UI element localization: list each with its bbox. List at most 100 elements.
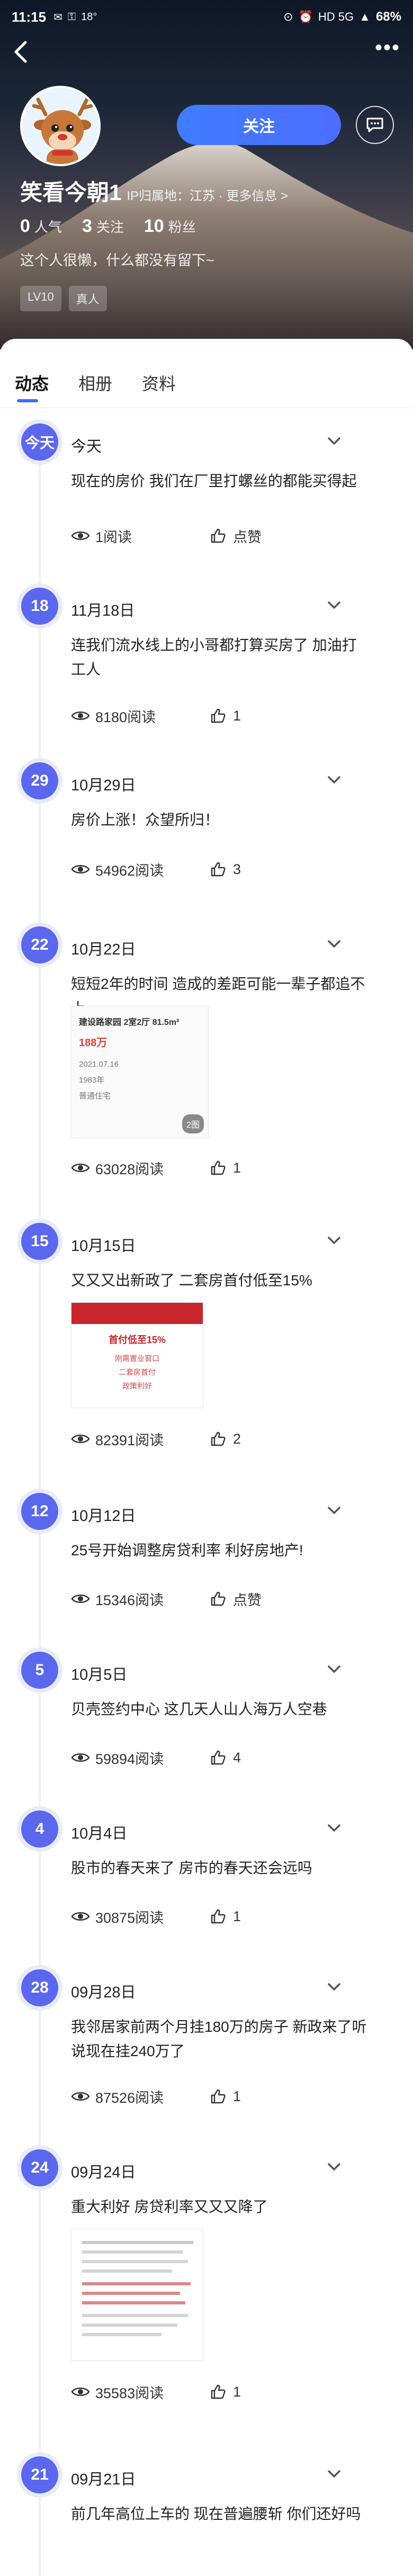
view-count: 82391阅读: [71, 1429, 210, 1449]
like-button[interactable]: 点赞: [210, 526, 262, 546]
post-date: 11月18日: [71, 602, 135, 619]
eye-icon: [71, 1435, 90, 1443]
tab-profile-info[interactable]: 资料: [142, 371, 176, 402]
like-button[interactable]: 1: [210, 1908, 241, 1925]
stat-label: 粉丝: [168, 219, 196, 235]
like-button[interactable]: 4: [210, 1749, 241, 1766]
chevron-down-icon[interactable]: [325, 433, 343, 449]
stat-value: 3: [82, 216, 92, 236]
like-button[interactable]: 1: [210, 707, 241, 724]
chevron-down-icon[interactable]: [325, 1979, 343, 1995]
stat-value: 0: [20, 216, 30, 236]
chevron-down-icon[interactable]: [325, 772, 343, 788]
date-badge: 18: [21, 588, 58, 625]
chevron-down-icon[interactable]: [325, 1502, 343, 1518]
thumbs-up-icon: [211, 2384, 226, 2399]
follow-button[interactable]: 关注: [177, 105, 341, 145]
post-date: 09月28日: [71, 1984, 136, 2001]
post-text[interactable]: 连我们流水线上的小哥都打算买房了 加油打工人: [71, 633, 367, 682]
post-date: 10月29日: [71, 777, 136, 794]
thumbs-up-icon: [211, 1909, 226, 1924]
view-count-text: 63028阅读: [95, 1161, 164, 1177]
date-badge: 24: [21, 2149, 58, 2186]
post-image-document[interactable]: [71, 2229, 203, 2361]
stat-following[interactable]: 3 关注: [82, 216, 124, 237]
date-badge: 28: [21, 1969, 58, 2006]
like-button[interactable]: 点赞: [210, 1589, 262, 1609]
policy-banner: [71, 1303, 203, 1324]
post-stats: 8180阅读 1: [71, 704, 367, 727]
link-icon: ⊙: [283, 10, 293, 23]
thumbs-up-icon: [211, 1591, 226, 1606]
view-count-text: 15346阅读: [95, 1592, 164, 1608]
post-text[interactable]: 前几年高位上车的 现在普遍腰斩 你们还好吗: [71, 2502, 367, 2526]
post-text[interactable]: 房价上涨！众望所归！: [71, 808, 367, 832]
chevron-down-icon[interactable]: [325, 1820, 343, 1836]
ip-location-link[interactable]: IP归属地：江苏 · 更多信息 >: [127, 185, 288, 204]
post-stats: 35583阅读 1: [71, 2380, 367, 2403]
like-count: 点赞: [233, 1592, 262, 1608]
chevron-down-icon[interactable]: [325, 2159, 343, 2175]
thumbs-up-icon: [211, 862, 226, 877]
thumbs-up-icon: [211, 1750, 226, 1765]
post-text[interactable]: 25号开始调整房贷利率 利好房地产!: [71, 1538, 367, 1563]
listing-row: 2021.07.16: [79, 1060, 119, 1069]
listing-row: 1983年: [79, 1076, 105, 1085]
more-options-icon[interactable]: •••: [372, 37, 403, 58]
profile-stats: 0 人气 3 关注 10 粉丝: [20, 216, 196, 237]
stat-followers[interactable]: 10 粉丝: [144, 216, 196, 237]
like-button[interactable]: 2: [210, 1430, 241, 1447]
view-count: 87526阅读: [71, 2086, 210, 2107]
chevron-down-icon[interactable]: [325, 597, 343, 613]
post-date: 10月4日: [71, 1825, 128, 1842]
date-badge: 今天: [21, 424, 58, 461]
back-arrow-icon[interactable]: [10, 38, 33, 66]
tab-bar: 动态 相册 资料: [15, 371, 176, 402]
image-count-badge: 2图: [182, 1114, 204, 1133]
chevron-down-icon[interactable]: [325, 936, 343, 952]
policy-headline: 首付低至15%: [108, 1335, 166, 1345]
like-button[interactable]: 1: [210, 1159, 241, 1176]
like-button[interactable]: 1: [210, 2383, 241, 2400]
like-count: 3: [233, 861, 241, 877]
listing-row: 普通住宅: [79, 1092, 111, 1101]
post-image-listing[interactable]: 建设路家园 2室2厅 81.5m² 188万 2021.07.16 1983年 …: [71, 1006, 209, 1138]
status-weather: 18°: [81, 11, 97, 23]
post-stats: 63028阅读 1: [71, 1156, 367, 1179]
post-text[interactable]: 股市的春天来了 房市的春天还会远吗: [71, 1856, 367, 1880]
profile-tags: LV10 真人: [20, 286, 107, 311]
battery-level: 68%: [375, 10, 401, 24]
chevron-down-icon[interactable]: [325, 2466, 343, 2482]
date-badge: 29: [21, 762, 58, 799]
like-count: 1: [233, 1159, 241, 1176]
status-time: 11:15: [12, 8, 47, 25]
notification-icon: ✉: [53, 11, 62, 23]
message-button[interactable]: [356, 106, 394, 144]
like-button[interactable]: 3: [210, 861, 241, 878]
thumbs-up-icon: [211, 2089, 226, 2104]
post-date: 10月22日: [71, 941, 136, 958]
listing-details: 2021.07.16 1983年 普通住宅: [79, 1057, 201, 1104]
status-right-icons: ⊙ ⏰ HD 5G ▲ 68%: [283, 10, 401, 24]
like-button[interactable]: 1: [210, 2088, 241, 2105]
post-text[interactable]: 又又又出新政了 二套房首付低至15%: [71, 1268, 367, 1293]
listing-title: 建设路家园 2室2厅 81.5m²: [79, 1018, 179, 1027]
post-text[interactable]: 重大利好 房贷利率又又又降了: [71, 2195, 367, 2219]
post-text[interactable]: 现在的房价 我们在厂里打螺丝的都能买得起: [71, 469, 367, 493]
thumbs-up-icon: [211, 1431, 226, 1446]
post-text[interactable]: 我邻居家前两个月挂180万的房子 新政来了听说现在挂240万了: [71, 2015, 367, 2064]
like-count: 1: [233, 2088, 241, 2104]
chevron-down-icon[interactable]: [325, 1661, 343, 1677]
tab-posts[interactable]: 动态: [15, 371, 49, 402]
verified-badge: 真人: [68, 286, 107, 311]
post-stats: 30875阅读 1: [71, 1905, 367, 1928]
tab-album[interactable]: 相册: [78, 371, 112, 402]
username-row: 笑看今朝1 IP归属地：江苏 · 更多信息 >: [20, 175, 288, 207]
avatar[interactable]: [20, 86, 101, 166]
post-image-policy[interactable]: 首付低至15% 刚需置业窗口 二套房首付 政策利好: [71, 1302, 203, 1408]
post-text[interactable]: 贝壳签约中心 这几天人山人海万人空巷: [71, 1697, 367, 1722]
stat-label: 关注: [96, 219, 124, 235]
stat-popularity[interactable]: 0 人气: [20, 216, 62, 237]
view-count: 15346阅读: [71, 1589, 210, 1609]
chevron-down-icon[interactable]: [325, 1232, 343, 1248]
